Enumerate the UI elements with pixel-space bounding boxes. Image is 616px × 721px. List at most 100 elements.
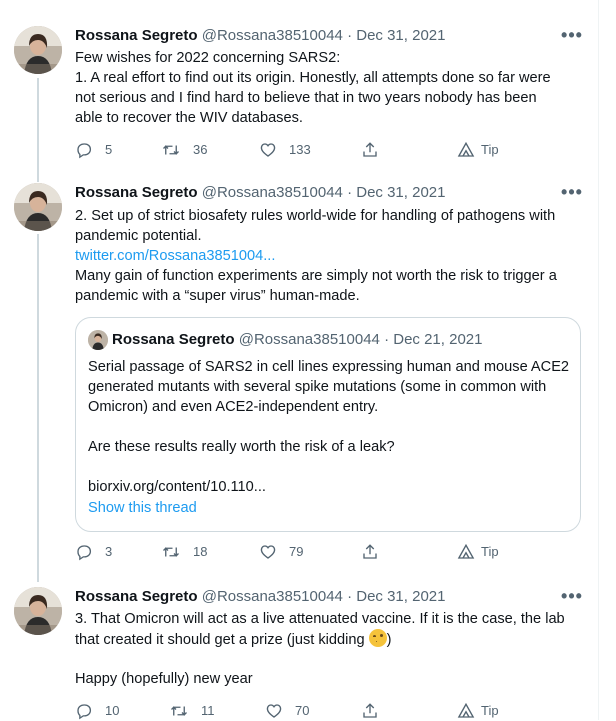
separator-dot: · (347, 184, 353, 201)
show-thread-link[interactable]: Show this thread (88, 498, 197, 518)
avatar[interactable] (14, 183, 62, 231)
tip-icon (457, 543, 475, 559)
tweet[interactable]: Rossana Segreto @Rossana38510044 · Dec 3… (0, 575, 598, 720)
tweet-text-line: pandemic with a “super virus” human-made… (75, 288, 360, 304)
tweet-actions: 10 11 70 Tip (75, 701, 595, 721)
tip-button[interactable]: Tip (457, 542, 499, 562)
avatar[interactable] (14, 587, 62, 635)
tweet-text-line: not serious and I find hard to believe t… (75, 90, 537, 106)
reply-icon (77, 545, 92, 561)
tweet-text-line (75, 649, 585, 669)
share-icon (363, 544, 377, 559)
tweet-link[interactable]: twitter.com/Rossana3851004... (75, 246, 585, 266)
quoted-date: Dec 21, 2021 (393, 331, 483, 348)
quoted-link-text: biorxiv.org/content/10.110... (88, 479, 266, 495)
tweet-text-line: Happy (hopefully) new year (75, 671, 253, 687)
tip-button[interactable]: Tip (457, 701, 499, 721)
retweet-button[interactable]: 18 (161, 542, 207, 562)
quoted-text-line: Serial passage of SARS2 in cell lines ex… (88, 359, 570, 375)
quoted-text-line: Are these results really worth the risk … (88, 439, 395, 455)
author-name[interactable]: Rossana Segreto (75, 184, 198, 201)
more-options-icon[interactable]: ••• (560, 26, 584, 48)
retweet-count: 11 (201, 703, 215, 718)
reply-count: 5 (105, 142, 113, 157)
retweet-icon (163, 145, 179, 155)
reply-button[interactable]: 10 (75, 701, 119, 721)
tweet-text-line: 1. A real effort to find out its origin.… (75, 70, 551, 86)
tweet-text: 3. That Omicron will act as a live atten… (75, 609, 585, 689)
tweet-text-segment: ) (386, 632, 392, 648)
reply-count: 10 (105, 703, 120, 718)
reply-button[interactable]: 3 (75, 542, 112, 562)
tweet[interactable]: Rossana Segreto @Rossana38510044 · Dec 3… (0, 175, 598, 575)
author-handle[interactable]: @Rossana38510044 (202, 184, 343, 201)
quoted-text-line (88, 417, 573, 437)
reply-icon (77, 143, 92, 159)
tweet-date[interactable]: Dec 31, 2021 (356, 27, 445, 44)
tip-icon (457, 141, 475, 157)
reply-count: 3 (105, 544, 113, 559)
tweet-actions: 5 36 133 Tip (75, 140, 595, 160)
tip-label: Tip (481, 703, 499, 718)
like-count: 79 (289, 544, 304, 559)
share-icon (363, 142, 377, 157)
separator-dot: · (347, 27, 353, 44)
tip-icon (457, 702, 475, 718)
reply-icon (77, 704, 92, 720)
like-button[interactable]: 70 (265, 701, 309, 721)
quoted-text-line: Omicron) and even ACE2-independent entry… (88, 399, 379, 415)
tweet-text-line: able to recover the WIV databases. (75, 110, 303, 126)
retweet-button[interactable]: 36 (161, 140, 207, 160)
like-button[interactable]: 133 (259, 140, 311, 160)
tweet-text-segment: that created it should get a prize (just… (75, 632, 369, 648)
quoted-avatar (88, 330, 108, 350)
retweet-icon (163, 547, 179, 557)
tweet-header: Rossana Segreto @Rossana38510044 · Dec 3… (75, 183, 445, 203)
separator-dot: · (347, 588, 353, 605)
quoted-author-handle: @Rossana38510044 (238, 331, 380, 348)
author-name[interactable]: Rossana Segreto (75, 588, 198, 605)
tweet-text-line: 3. That Omicron will act as a live atten… (75, 611, 565, 627)
tweet-date[interactable]: Dec 31, 2021 (356, 588, 445, 605)
like-button[interactable]: 79 (259, 542, 303, 562)
share-button[interactable] (361, 701, 379, 721)
heart-icon (260, 545, 276, 559)
tweet-date[interactable]: Dec 31, 2021 (356, 184, 445, 201)
quoted-tweet[interactable]: Rossana Segreto @Rossana38510044 · Dec 2… (75, 317, 581, 532)
avatar[interactable] (14, 26, 62, 74)
tweet-header: Rossana Segreto @Rossana38510044 · Dec 3… (75, 26, 445, 46)
tweet-text: Few wishes for 2022 concerning SARS2: 1.… (75, 48, 585, 128)
quoted-header: Rossana Segreto @Rossana38510044 · Dec 2… (112, 330, 482, 350)
share-icon (363, 703, 377, 718)
retweet-count: 36 (193, 142, 208, 157)
tweet-text-line: Many gain of function experiments are si… (75, 268, 557, 284)
tip-label: Tip (481, 142, 499, 157)
tweet-text-line: 2. Set up of strict biosafety rules worl… (75, 208, 556, 224)
share-button[interactable] (361, 542, 379, 562)
tweet-actions: 3 18 79 Tip (75, 542, 595, 562)
retweet-button[interactable]: 11 (169, 701, 215, 721)
more-options-icon[interactable]: ••• (560, 183, 584, 205)
tweet-text-line: Few wishes for 2022 concerning SARS2: (75, 50, 341, 66)
reply-button[interactable]: 5 (75, 140, 112, 160)
author-handle[interactable]: @Rossana38510044 (202, 27, 343, 44)
tweet[interactable]: Rossana Segreto @Rossana38510044 · Dec 3… (0, 0, 598, 175)
retweet-icon (171, 706, 187, 716)
author-handle[interactable]: @Rossana38510044 (202, 588, 343, 605)
tweet-text-line: that created it should get a prize (just… (75, 629, 585, 649)
more-options-icon[interactable]: ••• (560, 587, 584, 609)
timeline: Rossana Segreto @Rossana38510044 · Dec 3… (0, 0, 599, 720)
tweet-text-line: pandemic potential. (75, 228, 202, 244)
heart-icon (260, 143, 276, 157)
quoted-author-name: Rossana Segreto (112, 331, 235, 348)
winking-face-emoji-icon (368, 629, 387, 647)
quoted-text-line (88, 457, 573, 477)
retweet-count: 18 (193, 544, 208, 559)
tip-label: Tip (481, 544, 499, 559)
author-name[interactable]: Rossana Segreto (75, 27, 198, 44)
tweet-header: Rossana Segreto @Rossana38510044 · Dec 3… (75, 587, 445, 607)
tip-button[interactable]: Tip (457, 140, 499, 160)
quoted-text: Serial passage of SARS2 in cell lines ex… (88, 357, 573, 497)
share-button[interactable] (361, 140, 379, 160)
tweet-text: 2. Set up of strict biosafety rules worl… (75, 206, 585, 306)
